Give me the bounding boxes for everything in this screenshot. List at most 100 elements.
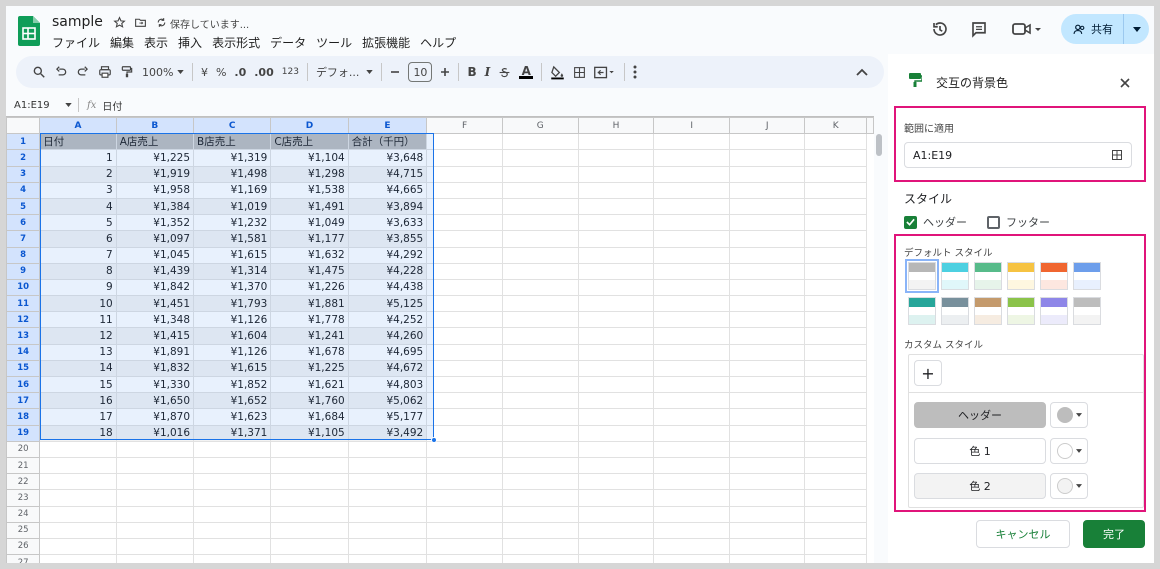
cell[interactable] <box>577 133 655 151</box>
cell[interactable] <box>577 505 655 523</box>
cell[interactable] <box>653 262 730 280</box>
cell[interactable]: ¥1,019 <box>193 197 272 216</box>
cell[interactable] <box>501 149 579 167</box>
cell[interactable]: ¥3,648 <box>347 149 428 167</box>
header-color-button[interactable]: ヘッダー <box>914 402 1046 428</box>
cell[interactable]: 16 <box>39 392 117 410</box>
style-swatch[interactable] <box>1007 297 1035 325</box>
cell[interactable] <box>653 489 730 507</box>
add-custom-style-button[interactable]: + <box>914 360 942 386</box>
cell[interactable] <box>501 554 579 563</box>
column-header[interactable]: D <box>270 117 349 135</box>
cell[interactable] <box>653 440 730 458</box>
cell[interactable] <box>577 278 655 297</box>
cell[interactable] <box>653 327 730 345</box>
cell[interactable] <box>728 473 806 491</box>
cell[interactable]: ¥1,298 <box>270 165 349 183</box>
paint-format-icon[interactable] <box>116 60 138 84</box>
cell[interactable]: ¥1,177 <box>270 230 349 248</box>
cell[interactable]: ¥4,292 <box>347 246 428 264</box>
cell[interactable] <box>804 473 867 491</box>
cell[interactable]: 6 <box>39 230 117 248</box>
cell[interactable]: ¥1,370 <box>193 278 272 297</box>
more-icon[interactable] <box>629 60 641 84</box>
cell[interactable] <box>501 295 579 313</box>
cell[interactable] <box>728 489 806 507</box>
style-swatch[interactable] <box>905 259 939 293</box>
menu-insert[interactable]: 挿入 <box>178 34 202 51</box>
row-header[interactable]: 27 <box>6 554 41 563</box>
cell[interactable]: ¥4,803 <box>347 375 428 394</box>
row-header[interactable]: 2 <box>6 149 41 167</box>
cell[interactable] <box>347 505 428 523</box>
cell[interactable] <box>804 554 867 563</box>
cell[interactable] <box>728 246 806 264</box>
cell[interactable] <box>426 440 503 458</box>
cell[interactable] <box>653 473 730 491</box>
cell[interactable]: ¥1,623 <box>193 408 272 426</box>
cell[interactable] <box>501 197 579 216</box>
share-button[interactable]: 共有 <box>1061 14 1149 44</box>
cell[interactable] <box>501 521 579 539</box>
footer-checkbox[interactable] <box>987 215 1000 229</box>
cell[interactable]: ¥1,842 <box>115 278 195 297</box>
cell[interactable] <box>728 343 806 361</box>
cell[interactable] <box>577 311 655 329</box>
row-header[interactable]: 21 <box>6 456 41 475</box>
cell[interactable] <box>426 424 503 442</box>
cell[interactable] <box>653 408 730 426</box>
cell[interactable]: 11 <box>39 311 117 329</box>
row-header[interactable]: 4 <box>6 181 41 199</box>
cell[interactable]: ¥1,348 <box>115 311 195 329</box>
star-icon[interactable] <box>113 16 126 29</box>
cell[interactable] <box>653 424 730 442</box>
cell[interactable]: ¥1,881 <box>270 295 349 313</box>
cell[interactable]: ¥1,241 <box>270 327 349 345</box>
cell[interactable] <box>653 343 730 361</box>
cell[interactable] <box>804 133 867 151</box>
cell[interactable] <box>804 230 867 248</box>
cell[interactable] <box>39 456 117 475</box>
cell[interactable]: ¥1,415 <box>115 327 195 345</box>
cell[interactable]: ¥4,260 <box>347 327 428 345</box>
cell[interactable] <box>501 262 579 280</box>
row-header[interactable]: 12 <box>6 311 41 329</box>
cell[interactable] <box>804 489 867 507</box>
cell[interactable] <box>39 473 117 491</box>
cell[interactable] <box>501 473 579 491</box>
cell[interactable] <box>501 489 579 507</box>
header-color-picker[interactable] <box>1050 402 1088 428</box>
cell[interactable] <box>577 473 655 491</box>
cell[interactable] <box>577 392 655 410</box>
cell[interactable] <box>577 424 655 442</box>
style-swatch[interactable] <box>941 297 969 325</box>
cell[interactable] <box>193 489 272 507</box>
cell[interactable] <box>653 278 730 297</box>
cell[interactable] <box>804 214 867 232</box>
cell[interactable]: ¥3,855 <box>347 230 428 248</box>
cell[interactable] <box>426 521 503 539</box>
history-icon[interactable] <box>927 16 953 42</box>
menu-file[interactable]: ファイル <box>52 34 100 51</box>
cell[interactable]: A店売上 <box>115 133 195 151</box>
cell[interactable] <box>270 505 349 523</box>
cell[interactable]: ¥4,438 <box>347 278 428 297</box>
cell[interactable] <box>347 521 428 539</box>
cell[interactable]: 14 <box>39 359 117 378</box>
cell[interactable] <box>501 246 579 264</box>
cell[interactable] <box>728 505 806 523</box>
cell[interactable] <box>577 456 655 475</box>
cell[interactable] <box>426 165 503 183</box>
cell[interactable]: 12 <box>39 327 117 345</box>
menu-extensions[interactable]: 拡張機能 <box>362 34 410 51</box>
cell[interactable]: 1 <box>39 149 117 167</box>
cell[interactable]: ¥1,870 <box>115 408 195 426</box>
cell[interactable] <box>501 278 579 297</box>
row-header[interactable]: 17 <box>6 392 41 410</box>
cell[interactable] <box>115 440 195 458</box>
row-header[interactable]: 8 <box>6 246 41 264</box>
cell[interactable]: ¥1,684 <box>270 408 349 426</box>
cell[interactable] <box>501 440 579 458</box>
cell[interactable] <box>804 392 867 410</box>
cell[interactable] <box>577 408 655 426</box>
